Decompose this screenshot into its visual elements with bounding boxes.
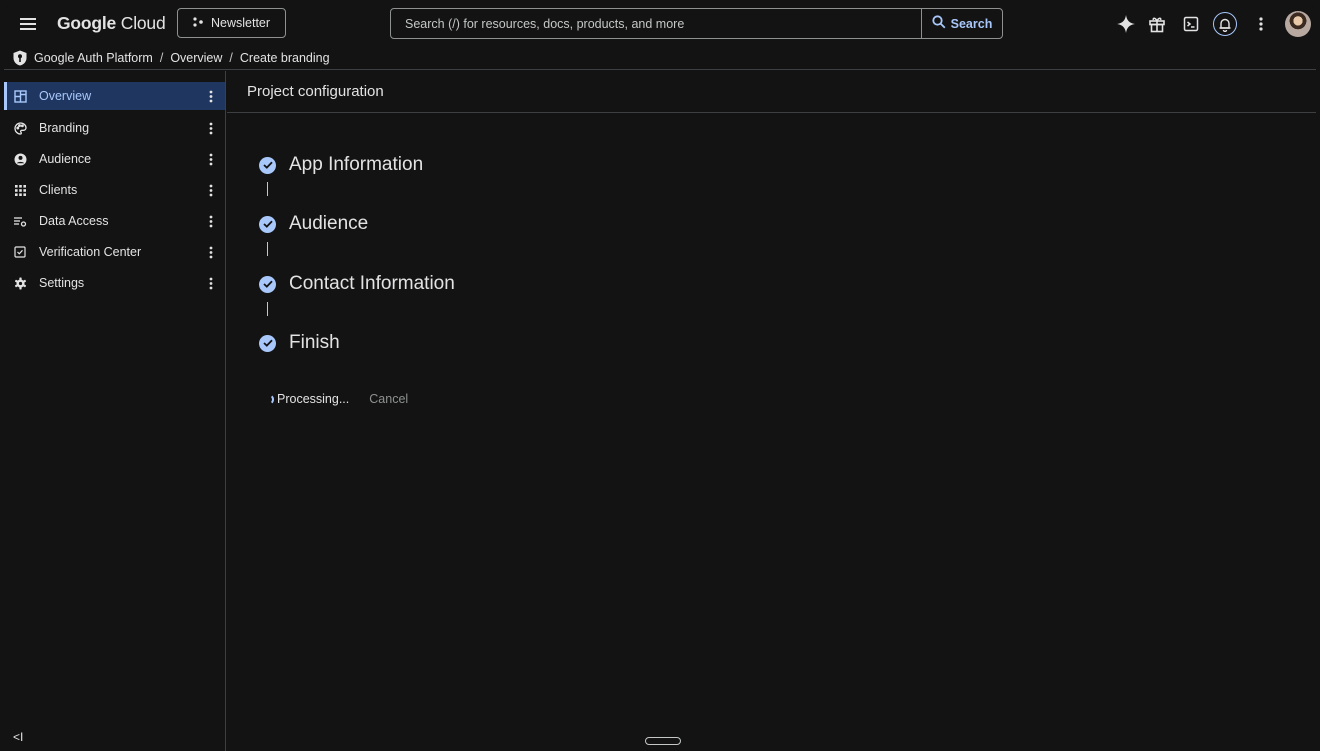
step-audience: Audience <box>259 213 368 235</box>
search-button[interactable]: Search <box>921 9 1002 38</box>
palette-icon <box>13 121 27 135</box>
sidebar-item-label: Branding <box>39 121 90 135</box>
breadcrumb-overview[interactable]: Overview <box>170 51 222 65</box>
top-bar: Google Cloud Newsletter Search <box>4 4 1316 44</box>
drag-handle[interactable] <box>645 737 681 745</box>
processing-label: Processing... <box>277 392 350 406</box>
step-connector <box>267 182 268 196</box>
verification-icon <box>13 245 27 259</box>
breadcrumb: Google Auth Platform / Overview / Create… <box>4 46 1316 70</box>
sidebar-item-clients[interactable]: Clients <box>4 176 225 204</box>
dashboard-icon <box>13 89 27 103</box>
gemini-sparkle-icon[interactable] <box>1114 12 1138 36</box>
processing-status: Processing... Cancel <box>263 392 408 406</box>
page-title: Project configuration <box>227 71 1316 113</box>
more-vert-icon[interactable] <box>207 213 215 229</box>
app-window: Google Cloud Newsletter Search (/) for r… <box>4 4 1316 751</box>
sidebar-item-verification-center[interactable]: Verification Center <box>4 238 225 266</box>
data-access-icon <box>13 214 27 228</box>
gear-icon <box>13 276 27 290</box>
more-vert-icon[interactable] <box>207 182 215 198</box>
logo-google-text: Google <box>57 13 117 33</box>
step-finish: Finish <box>259 332 340 354</box>
sidebar-item-label: Settings <box>39 276 85 290</box>
sidebar-item-label: Data Access <box>39 214 109 228</box>
breadcrumb-separator: / <box>159 50 164 65</box>
more-vert-icon[interactable] <box>207 275 215 291</box>
sidebar-item-overview[interactable]: Overview <box>4 82 225 110</box>
newsletter-button[interactable]: Newsletter <box>177 8 286 38</box>
step-contact-information: Contact Information <box>259 273 455 295</box>
sidebar-item-data-access[interactable]: Data Access <box>4 207 225 235</box>
notifications-bell-icon[interactable] <box>1213 12 1237 36</box>
check-circle-icon <box>259 275 276 293</box>
sidebar-item-branding[interactable]: Branding <box>4 114 225 142</box>
more-vert-icon[interactable] <box>207 244 215 260</box>
breadcrumb-create-branding: Create branding <box>239 50 330 65</box>
step-label: App Information <box>289 154 424 175</box>
step-connector <box>267 242 268 256</box>
auth-platform-shield-icon <box>12 50 28 66</box>
check-circle-icon <box>259 334 276 352</box>
check-circle-icon <box>259 156 276 174</box>
check-circle-icon <box>259 215 276 233</box>
sidebar: Overview Branding Audience Clients Data … <box>4 71 226 751</box>
newsletter-label: Newsletter <box>211 16 271 30</box>
hamburger-menu-icon[interactable] <box>18 14 38 34</box>
cloud-shell-terminal-icon[interactable] <box>1179 12 1203 36</box>
more-vert-icon[interactable] <box>207 120 215 136</box>
step-app-information: App Information <box>259 154 423 176</box>
step-label: Contact Information <box>289 273 455 294</box>
newsletter-icon <box>192 16 204 31</box>
gift-icon[interactable] <box>1145 12 1169 36</box>
collapse-sidebar-button[interactable]: <I <box>13 730 23 744</box>
google-cloud-logo[interactable]: Google Cloud <box>57 13 166 34</box>
more-options-icon[interactable] <box>1249 12 1273 36</box>
search-icon <box>932 15 946 32</box>
more-vert-icon[interactable] <box>207 151 215 167</box>
search-button-label: Search <box>950 16 993 31</box>
sidebar-item-label: Clients <box>39 183 78 197</box>
search-box: Search <box>390 8 1003 39</box>
account-circle-icon <box>13 152 27 166</box>
sidebar-item-label: Verification Center <box>39 245 142 259</box>
apps-grid-icon <box>13 183 27 197</box>
sidebar-item-settings[interactable]: Settings <box>4 269 225 297</box>
more-vert-icon[interactable] <box>207 88 215 104</box>
sidebar-item-label: Overview <box>39 89 92 103</box>
logo-cloud-text: Cloud <box>120 13 166 33</box>
avatar[interactable] <box>1285 11 1311 37</box>
breadcrumb-auth-platform[interactable]: Google Auth Platform <box>34 51 153 65</box>
search-input[interactable] <box>391 9 921 38</box>
step-label: Audience <box>289 213 369 234</box>
cancel-button[interactable]: Cancel <box>369 392 408 406</box>
sidebar-item-label: Audience <box>39 152 92 166</box>
breadcrumb-separator: / <box>229 50 233 65</box>
step-connector <box>267 302 268 316</box>
sidebar-item-audience[interactable]: Audience <box>4 145 225 173</box>
step-label: Finish <box>289 332 340 353</box>
spinner-icon <box>263 393 274 405</box>
main-content: Project configuration App Information Au… <box>227 71 1316 751</box>
